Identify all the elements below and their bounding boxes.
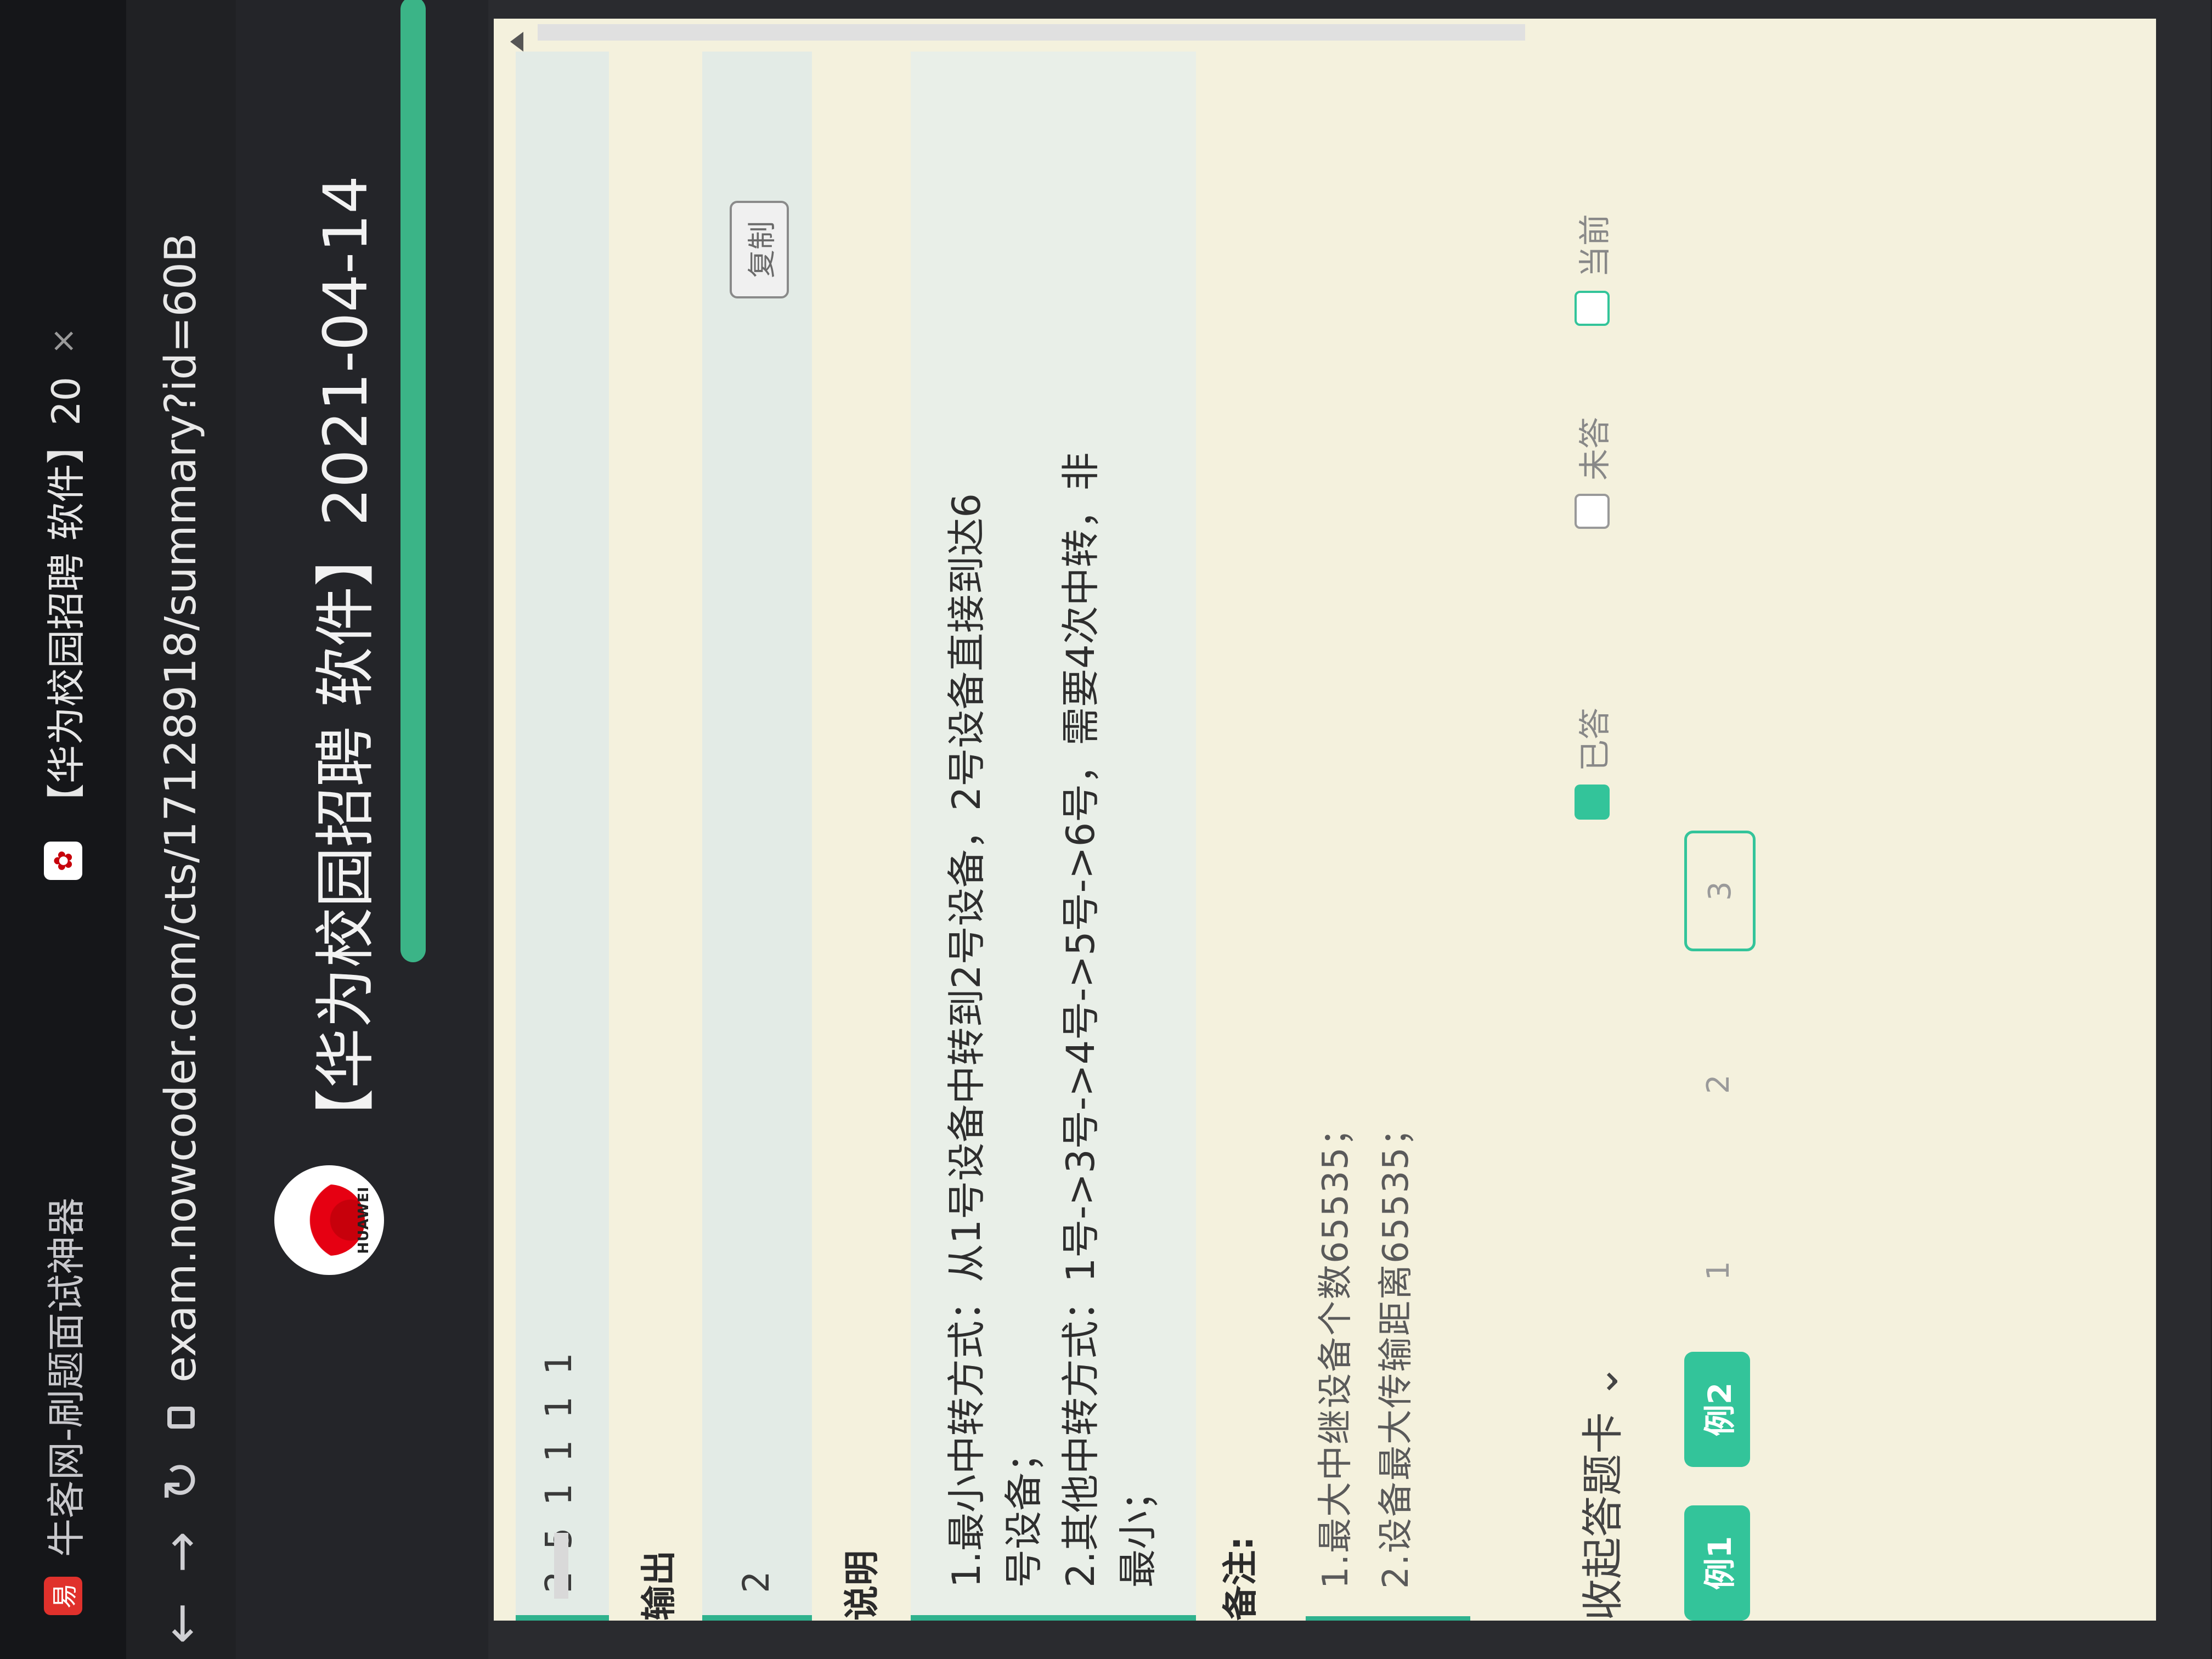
address-bar: ← → ↻ exam.nowcoder.com/cts/17128918/sum… xyxy=(126,0,236,1659)
legend-label: 已答 xyxy=(1576,707,1613,771)
question-button-1[interactable]: 1 xyxy=(1701,1261,1736,1280)
note-line: 1.最大中继设备个数65535； xyxy=(1316,1110,1356,1589)
tab-strip: 易 牛客网-刷题面试神器 ✿ 【华为校园招聘 软件】20 × xyxy=(0,0,126,1659)
explain-line: 1.最小中转方式：从1号设备中转到2号设备，2号设备直接到达6 xyxy=(944,493,989,1588)
current-swatch xyxy=(1575,291,1610,326)
exam-header: HUAWEI 【华为校园招聘 软件】2021-04-14 xyxy=(236,0,488,1659)
browser-tab-exam[interactable]: ✿ 【华为校园招聘 软件】20 × xyxy=(22,57,104,880)
logo-text: HUAWEI xyxy=(356,1186,372,1254)
url-field[interactable]: exam.nowcoder.com/cts/17128918/summary?i… xyxy=(156,233,206,1429)
scroll-up-arrow-icon[interactable] xyxy=(510,32,523,52)
legend-answered: 已答 xyxy=(1569,708,1615,820)
back-arrow-icon[interactable]: ← xyxy=(145,1588,217,1659)
forward-arrow-icon[interactable]: → xyxy=(145,1516,217,1588)
browser-tab-nowcoder[interactable]: 易 牛客网-刷题面试神器 xyxy=(22,957,104,1615)
browser-tab-label: 牛客网-刷题面试神器 xyxy=(43,1197,89,1557)
horizontal-scrollbar[interactable] xyxy=(554,1533,568,1599)
output-label: 输出 xyxy=(639,1550,680,1621)
exam-page: HUAWEI 【华为校园招聘 软件】2021-04-14 2 5 1 1 1 1… xyxy=(236,0,2211,1659)
unanswered-swatch xyxy=(1575,494,1610,529)
notes-label: 备注: xyxy=(1221,1536,1261,1621)
close-tab-icon[interactable]: × xyxy=(44,327,82,354)
answered-swatch xyxy=(1575,785,1610,820)
huawei-petal-icon xyxy=(294,1184,365,1256)
legend-current: 当前 xyxy=(1569,214,1615,326)
reload-icon[interactable]: ↻ xyxy=(145,1445,217,1516)
progress-bar xyxy=(400,0,426,962)
question-button-3[interactable]: 3 xyxy=(1684,831,1756,951)
chevron-down-icon: ⌄ xyxy=(1578,1364,1627,1399)
huawei-logo: HUAWEI xyxy=(274,1165,384,1275)
explain-line: 号设备； xyxy=(1001,1434,1046,1588)
notes-box: 1.最大中继设备个数65535； 2.设备最大传输距离65535； xyxy=(1306,57,1470,1621)
legend-label: 当前 xyxy=(1576,213,1613,278)
url-text: exam.nowcoder.com/cts/17128918/summary?i… xyxy=(156,233,206,1383)
legend-label: 未答 xyxy=(1576,416,1613,481)
question-button-example-1[interactable]: 例1 xyxy=(1684,1505,1750,1621)
browser-tab-label: 【华为校园招聘 软件】20 xyxy=(43,376,89,822)
legend-unanswered: 未答 xyxy=(1569,417,1615,529)
nowcoder-favicon-icon: 易 xyxy=(44,1577,82,1615)
output-example-value: 2 xyxy=(735,1571,777,1593)
collapse-answer-card-button[interactable]: 收起答题卡 ⌄ xyxy=(1569,1364,1629,1621)
vertical-scrollbar[interactable] xyxy=(538,24,1525,41)
note-line: 2.设备最大传输距离65535； xyxy=(1376,1110,1417,1589)
huawei-favicon-icon: ✿ xyxy=(44,842,82,880)
copy-button[interactable]: 复制 xyxy=(730,201,789,298)
output-example-box: 2 复制 xyxy=(702,52,812,1621)
question-button-example-2[interactable]: 例2 xyxy=(1684,1352,1750,1467)
question-button-2[interactable]: 2 xyxy=(1701,1074,1736,1094)
lock-icon xyxy=(167,1407,195,1429)
question-panel: 2 5 1 1 1 1 输出 2 复制 说明 1.最小中转方式：从1号设备中转到… xyxy=(494,19,2156,1621)
input-example-box: 2 5 1 1 1 1 xyxy=(516,52,609,1621)
page-title: 【华为校园招聘 软件】2021-04-14 xyxy=(311,175,381,1149)
explain-label: 说明 xyxy=(842,1550,883,1621)
collapse-label: 收起答题卡 xyxy=(1578,1412,1627,1621)
browser-window: 易 牛客网-刷题面试神器 ✿ 【华为校园招聘 软件】20 × ← → ↻ exa… xyxy=(0,0,2212,1659)
explain-line: 2.其他中转方式：1号->3号->4号->5号->6号，需要4次中转，非 xyxy=(1058,452,1103,1588)
explain-line: 最小； xyxy=(1115,1472,1160,1588)
explain-box: 1.最小中转方式：从1号设备中转到2号设备，2号设备直接到达6 号设备； 2.其… xyxy=(911,52,1196,1621)
